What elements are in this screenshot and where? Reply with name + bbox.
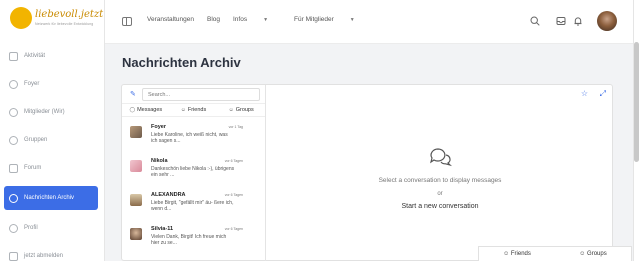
chat-bubbles-icon <box>430 148 453 167</box>
conversation-preview: Liebe Birgit, "gefällt mir" äu- ßere ich… <box>151 200 234 212</box>
conversation-name: Nikola <box>151 158 168 164</box>
logo-tagline: Netzwerk für liebevolle Entwicklung <box>35 22 94 26</box>
or-text: or <box>437 191 443 197</box>
friends-icon: ☺ <box>180 107 186 113</box>
search-input[interactable] <box>142 88 260 101</box>
start-conversation-link[interactable]: Start a new conversation <box>266 203 614 210</box>
tab-label: Friends <box>187 107 207 113</box>
bell-icon[interactable] <box>573 16 583 26</box>
scrollbar-thumb[interactable] <box>634 42 639 162</box>
conversation-avatar <box>130 126 142 138</box>
messages-icon <box>9 193 18 203</box>
site-logo[interactable]: liebevoll.jetzt Netzwerk für liebevolle … <box>6 4 104 36</box>
sidebar-item-abmelden[interactable]: jetzt abmelden <box>0 244 104 261</box>
members-icon <box>9 107 18 117</box>
conversation-detail-pane: ☆ ⤢ Select a conversation to display mes… <box>266 85 614 261</box>
tab-groups[interactable]: ☺ Groups <box>217 104 265 116</box>
sidebar-nav: Aktivität Foyer Mitglieder (Wir) Gruppen… <box>0 44 104 261</box>
conversation-avatar <box>130 228 142 240</box>
sidebar-item-foyer[interactable]: Foyer <box>0 72 104 96</box>
logo-text: liebevoll.jetzt <box>35 9 104 20</box>
conversation-name: Foyer <box>151 124 166 130</box>
user-avatar[interactable] <box>597 11 617 31</box>
forum-icon <box>9 163 18 173</box>
top-bar: Veranstaltungen Blog Infos ▼ Für Mitglied… <box>105 0 640 44</box>
sidebar-item-label: Aktivität <box>24 53 46 59</box>
chevron-down-icon: ▼ <box>263 17 269 23</box>
activity-icon <box>9 51 18 61</box>
star-icon[interactable]: ☆ <box>581 89 588 98</box>
conversation-time: vor 6 Tagen <box>224 193 243 197</box>
conversation-time: vor 6 Tagen <box>224 227 243 231</box>
foyer-icon <box>9 79 18 89</box>
sidebar: liebevoll.jetzt Netzwerk für liebevolle … <box>0 0 105 261</box>
sidebar-item-mitglieder[interactable]: Mitglieder (Wir) <box>0 100 104 124</box>
sidebar-item-aktivitaet[interactable]: Aktivität <box>0 44 104 68</box>
menu-item-label: Für Mitglieder <box>294 16 334 23</box>
bottom-tab-groups[interactable]: ☺ Groups <box>555 247 631 261</box>
top-menu: Veranstaltungen Blog Infos ▼ Für Mitglied… <box>147 16 381 23</box>
menu-item-label: Infos <box>233 16 248 23</box>
search-icon[interactable] <box>530 16 540 26</box>
conversation-avatar <box>130 194 142 206</box>
sidebar-item-label: Nachrichten Archiv <box>24 195 75 201</box>
message-tabs: ◯ Messages ☺ Friends ☺ Groups <box>122 104 265 117</box>
logo-mark <box>10 7 32 29</box>
tab-messages[interactable]: ◯ Messages <box>122 104 170 116</box>
conversation-preview: Vielen Dank, Birgit! Ich freue mich hier… <box>151 234 227 246</box>
inbox-icon[interactable] <box>556 16 566 26</box>
conversation-item[interactable]: ALEXANDRA vor 6 Tagen Liebe Birgit, "gef… <box>122 185 265 219</box>
sidebar-toggle-icon[interactable] <box>122 17 132 26</box>
friends-icon: ☺ <box>503 251 511 257</box>
bottom-chat-bar: ☺ Friends ☺ Groups <box>478 246 632 261</box>
conversation-item[interactable]: Nikola vor 6 Tagen Dankeschön liebe Niko… <box>122 151 265 185</box>
menu-item-veranstaltungen[interactable]: Veranstaltungen <box>147 16 194 23</box>
sidebar-item-label: Gruppen <box>24 137 48 143</box>
sidebar-item-gruppen[interactable]: Gruppen <box>0 128 104 152</box>
conversation-item[interactable]: Foyer vor 1 Tag Liebe Karoline, ich weiß… <box>122 117 265 151</box>
bottom-tab-friends[interactable]: ☺ Friends <box>479 247 555 261</box>
tab-label: Groups <box>235 107 254 113</box>
sidebar-item-label: jetzt abmelden <box>24 253 64 259</box>
chevron-down-icon: ▼ <box>349 17 355 23</box>
page-scrollbar[interactable] <box>633 0 640 261</box>
bottom-tab-label: Groups <box>587 251 607 257</box>
conversation-time: vor 1 Tag <box>228 125 243 129</box>
conversation-item[interactable]: Silvia-11 vor 6 Tagen Vielen Dank, Birgi… <box>122 219 265 253</box>
expand-icon[interactable]: ⤢ <box>600 89 606 99</box>
conversation-name: ALEXANDRA <box>151 192 186 198</box>
profile-icon <box>9 223 18 233</box>
compose-icon[interactable]: ✎ <box>130 90 136 98</box>
messages-panel: ✎ ◯Messages ☺Friends ☺Groups Foyer vor 1… <box>121 84 613 261</box>
empty-state-text: Select a conversation to display message… <box>378 177 502 184</box>
menu-item-fuer-mitglieder[interactable]: Für Mitglieder ▼ <box>294 16 368 23</box>
sidebar-item-profil[interactable]: Profil <box>0 216 104 240</box>
conversation-preview: Liebe Karoline, ich weiß nicht, was ich … <box>151 132 228 144</box>
conversation-name: Silvia-11 <box>151 226 174 232</box>
menu-item-infos[interactable]: Infos ▼ <box>233 16 281 23</box>
groups-icon: ☺ <box>228 107 234 113</box>
groups-icon: ☺ <box>579 251 588 257</box>
sidebar-item-label: Foyer <box>24 81 40 87</box>
chat-icon: ◯ <box>129 107 136 113</box>
bottom-tab-label: Friends <box>510 251 531 257</box>
conversation-avatar <box>130 160 142 172</box>
conversation-list-pane: ✎ ◯Messages ☺Friends ☺Groups Foyer vor 1… <box>122 85 266 261</box>
tab-label: Messages <box>137 107 163 113</box>
page-title: Nachrichten Archiv <box>122 55 241 70</box>
sidebar-item-nachrichten-archiv[interactable]: Nachrichten Archiv <box>4 186 98 210</box>
sidebar-item-label: Forum <box>24 165 42 171</box>
sidebar-item-label: Profil <box>24 225 38 231</box>
conversation-time: vor 6 Tagen <box>224 159 243 163</box>
menu-item-blog[interactable]: Blog <box>207 16 220 23</box>
logout-icon <box>9 251 18 261</box>
conversation-preview: Dankeschön liebe Nikola :-), übrigens ei… <box>151 166 235 178</box>
groups-icon <box>9 135 18 145</box>
search-row: ✎ <box>122 85 265 104</box>
sidebar-item-forum[interactable]: Forum <box>0 156 104 180</box>
tab-friends[interactable]: ☺ Friends <box>170 104 218 116</box>
sidebar-item-label: Mitglieder (Wir) <box>24 109 65 115</box>
